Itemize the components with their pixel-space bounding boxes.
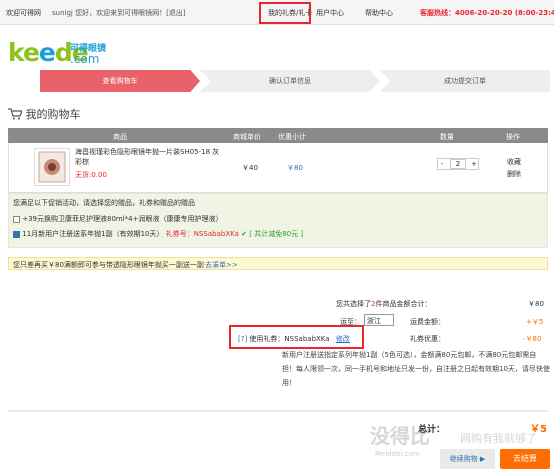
checkout-steps: 查看购物车 确认订单信息 成功提交订单 <box>40 70 550 92</box>
col-product: 商品 <box>113 133 127 141</box>
free-gift-notice: 您只差再买￥80满额即可参与带透隐形眼镜年抛买一副送一副 去凑单>> <box>8 257 548 270</box>
qty-input[interactable]: 2 <box>450 159 466 169</box>
shipping-fee-label: 运费金额： <box>410 318 445 326</box>
quantity-stepper[interactable]: - 2 + <box>437 158 479 170</box>
promo-coupon-code: 礼券号：NSSababXKa <box>165 230 239 238</box>
total-amount: ￥5 <box>530 424 547 435</box>
notice-text: 您只差再买￥80满额即可参与带透隐形眼镜年抛买一副送一副 <box>13 261 204 269</box>
highlight-gift-link <box>259 2 311 24</box>
user-greeting[interactable]: sunigj 您好，欢迎来到可得眼镜网！[退出] <box>52 8 186 18</box>
favorite-link[interactable]: 收藏 <box>507 157 521 167</box>
col-price: 商城单价 <box>233 133 261 141</box>
continue-shopping-button[interactable]: 继续购物 ▶ <box>440 449 495 469</box>
province-select[interactable]: 浙江 <box>364 314 394 326</box>
promo-item-2-label: 11月新用户注册送系年抛1副（有效期10天） <box>22 230 164 238</box>
hotline: 客服热线：4006-20-20-20 (8:00-23:45) <box>420 9 554 17</box>
page-title: 我的购物车 <box>25 108 81 121</box>
qty-minus-button[interactable]: - <box>441 160 444 168</box>
items-count-line: 您共选择了2件商品金额合计： <box>336 300 432 308</box>
product-name[interactable]: 海昌视瑾彩色隐形眼镜年抛一片装SH05-18 灰彩棕 <box>75 147 225 167</box>
notice-link[interactable]: 去凑单>> <box>205 260 238 270</box>
coupon-discount-label: 礼券优惠： <box>410 335 445 343</box>
total-label: 总计： <box>418 425 446 435</box>
help-center-link[interactable]: 帮助中心 <box>365 8 393 18</box>
col-subtotal: 优惠小计 <box>278 133 306 141</box>
cart-table-header: 商品 商城单价 优惠小计 数量 操作 <box>8 128 548 143</box>
items-amount: ￥80 <box>528 300 544 308</box>
shipping-fee: +￥5 <box>526 318 544 326</box>
qty-plus-button[interactable]: + <box>471 160 477 168</box>
coupon-discount: -￥80 <box>523 335 542 343</box>
delete-link[interactable]: 删除 <box>507 169 521 179</box>
welcome-text: 欢迎可得网 <box>6 9 41 17</box>
coupon-description: 新用户注册送指定系列年抛1副（5色可选），金额满80元包邮，不满80元包邮需自担… <box>282 351 550 387</box>
stock-status: 无货:0.00 <box>75 171 107 179</box>
check-icon: ✔ <box>241 230 248 238</box>
col-action: 操作 <box>506 133 520 141</box>
promo-item-1-label: +39元换购卫康菲尼护理液80ml*4+润眼液（康康专用护理液） <box>22 215 223 223</box>
user-center-link[interactable]: 用户中心 <box>316 8 344 18</box>
promotion-panel: 您满足以下促销活动，请选择您的赠品，礼券和赠品的赠品 +39元换购卫康菲尼护理液… <box>8 193 548 248</box>
promotion-title: 您满足以下促销活动，请选择您的赠品，礼券和赠品的赠品 <box>13 199 195 207</box>
promo-checkbox-2[interactable] <box>13 230 20 238</box>
product-image[interactable] <box>34 148 70 186</box>
watermark-domain: Meidebi.com <box>375 450 420 458</box>
step-view-cart: 查看购物车 <box>40 70 200 92</box>
promo-discount-total: [ 共计减免80元 ] <box>249 230 304 238</box>
cart-heading: 我的购物车 <box>8 106 81 122</box>
col-quantity: 数量 <box>440 133 454 141</box>
step-confirm-order: 确认订单信息 <box>200 70 380 92</box>
unit-price: ￥40 <box>242 164 258 172</box>
keede-logo[interactable]: keede 可得眼镜 .com <box>8 38 108 68</box>
promotion-item-1: +39元换购卫康菲尼护理液80ml*4+润眼液（康康专用护理液） <box>13 214 223 224</box>
promotion-item-2: 11月新用户注册送系年抛1副（有效期10天） 礼券号：NSSababXKa ✔ … <box>13 229 303 239</box>
step-order-submitted: 成功提交订单 <box>380 70 550 92</box>
promo-checkbox-1[interactable] <box>13 215 20 223</box>
checkout-button[interactable]: 去结算 <box>500 449 550 469</box>
arrow-right-icon: ▶ <box>477 455 486 463</box>
table-row: 海昌视瑾彩色隐形眼镜年抛一片装SH05-18 灰彩棕 无货:0.00 ￥40 ￥… <box>8 143 548 193</box>
subtotal-price: ￥80 <box>287 164 303 172</box>
cart-icon <box>8 108 23 120</box>
divider <box>8 410 548 412</box>
contact-lens-box-icon <box>38 151 66 183</box>
logo-domain: .com <box>70 52 100 66</box>
watermark-slogan: 网购有我就够了 <box>460 432 537 445</box>
highlight-coupon <box>229 325 364 349</box>
